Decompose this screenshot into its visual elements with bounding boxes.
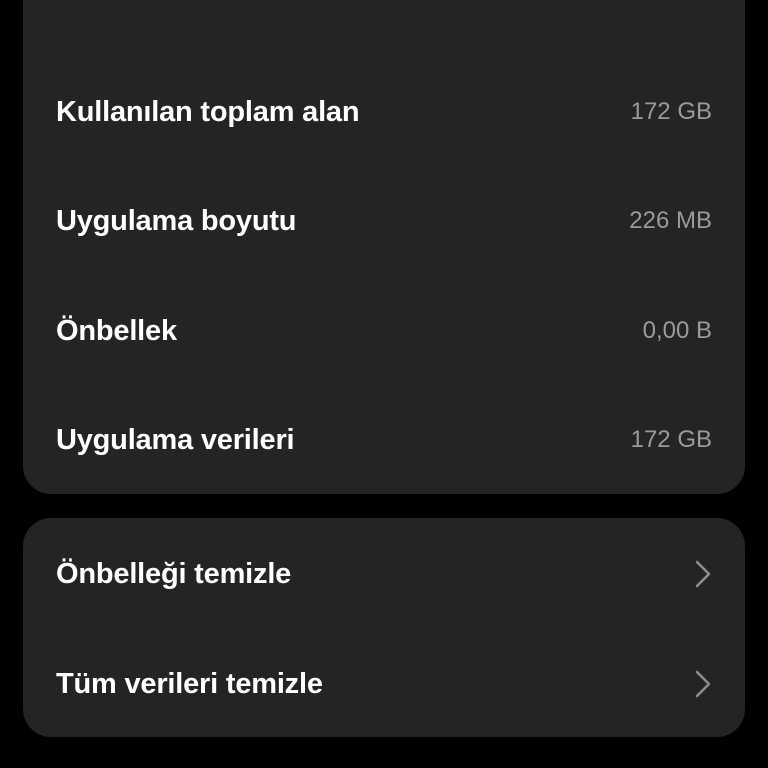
actions-card: Önbelleği temizle Tüm verileri temizle xyxy=(23,518,745,737)
storage-row-value: 172 GB xyxy=(630,98,712,125)
storage-row-app-data: Uygulama verileri 172 GB xyxy=(56,410,712,470)
storage-row-value: 172 GB xyxy=(630,426,712,453)
clear-all-data-label: Tüm verileri temizle xyxy=(56,667,323,700)
storage-usage-card: g Kullanılan toplam alan 172 GB Uygulama… xyxy=(23,0,745,494)
storage-row-label: Uygulama boyutu xyxy=(56,204,297,237)
storage-row-total: Kullanılan toplam alan 172 GB xyxy=(56,82,712,142)
storage-row-cache: Önbellek 0,00 B xyxy=(56,301,712,361)
clear-cache-label: Önbelleği temizle xyxy=(56,557,292,590)
storage-row-value: 0,00 B xyxy=(642,317,712,344)
storage-row-label: Önbellek xyxy=(56,314,177,347)
chevron-right-icon xyxy=(686,667,712,701)
app-storage-screen: g Kullanılan toplam alan 172 GB Uygulama… xyxy=(0,0,768,768)
storage-row-label: Kullanılan toplam alan xyxy=(56,95,360,128)
storage-row-value: 226 MB xyxy=(629,207,712,234)
chevron-right-icon xyxy=(686,557,712,591)
storage-row-label: Uygulama verileri xyxy=(56,423,295,456)
storage-row-app-size: Uygulama boyutu 226 MB xyxy=(56,191,712,251)
clear-cache-button[interactable]: Önbelleği temizle xyxy=(56,544,712,604)
clear-all-data-button[interactable]: Tüm verileri temizle xyxy=(56,654,712,714)
